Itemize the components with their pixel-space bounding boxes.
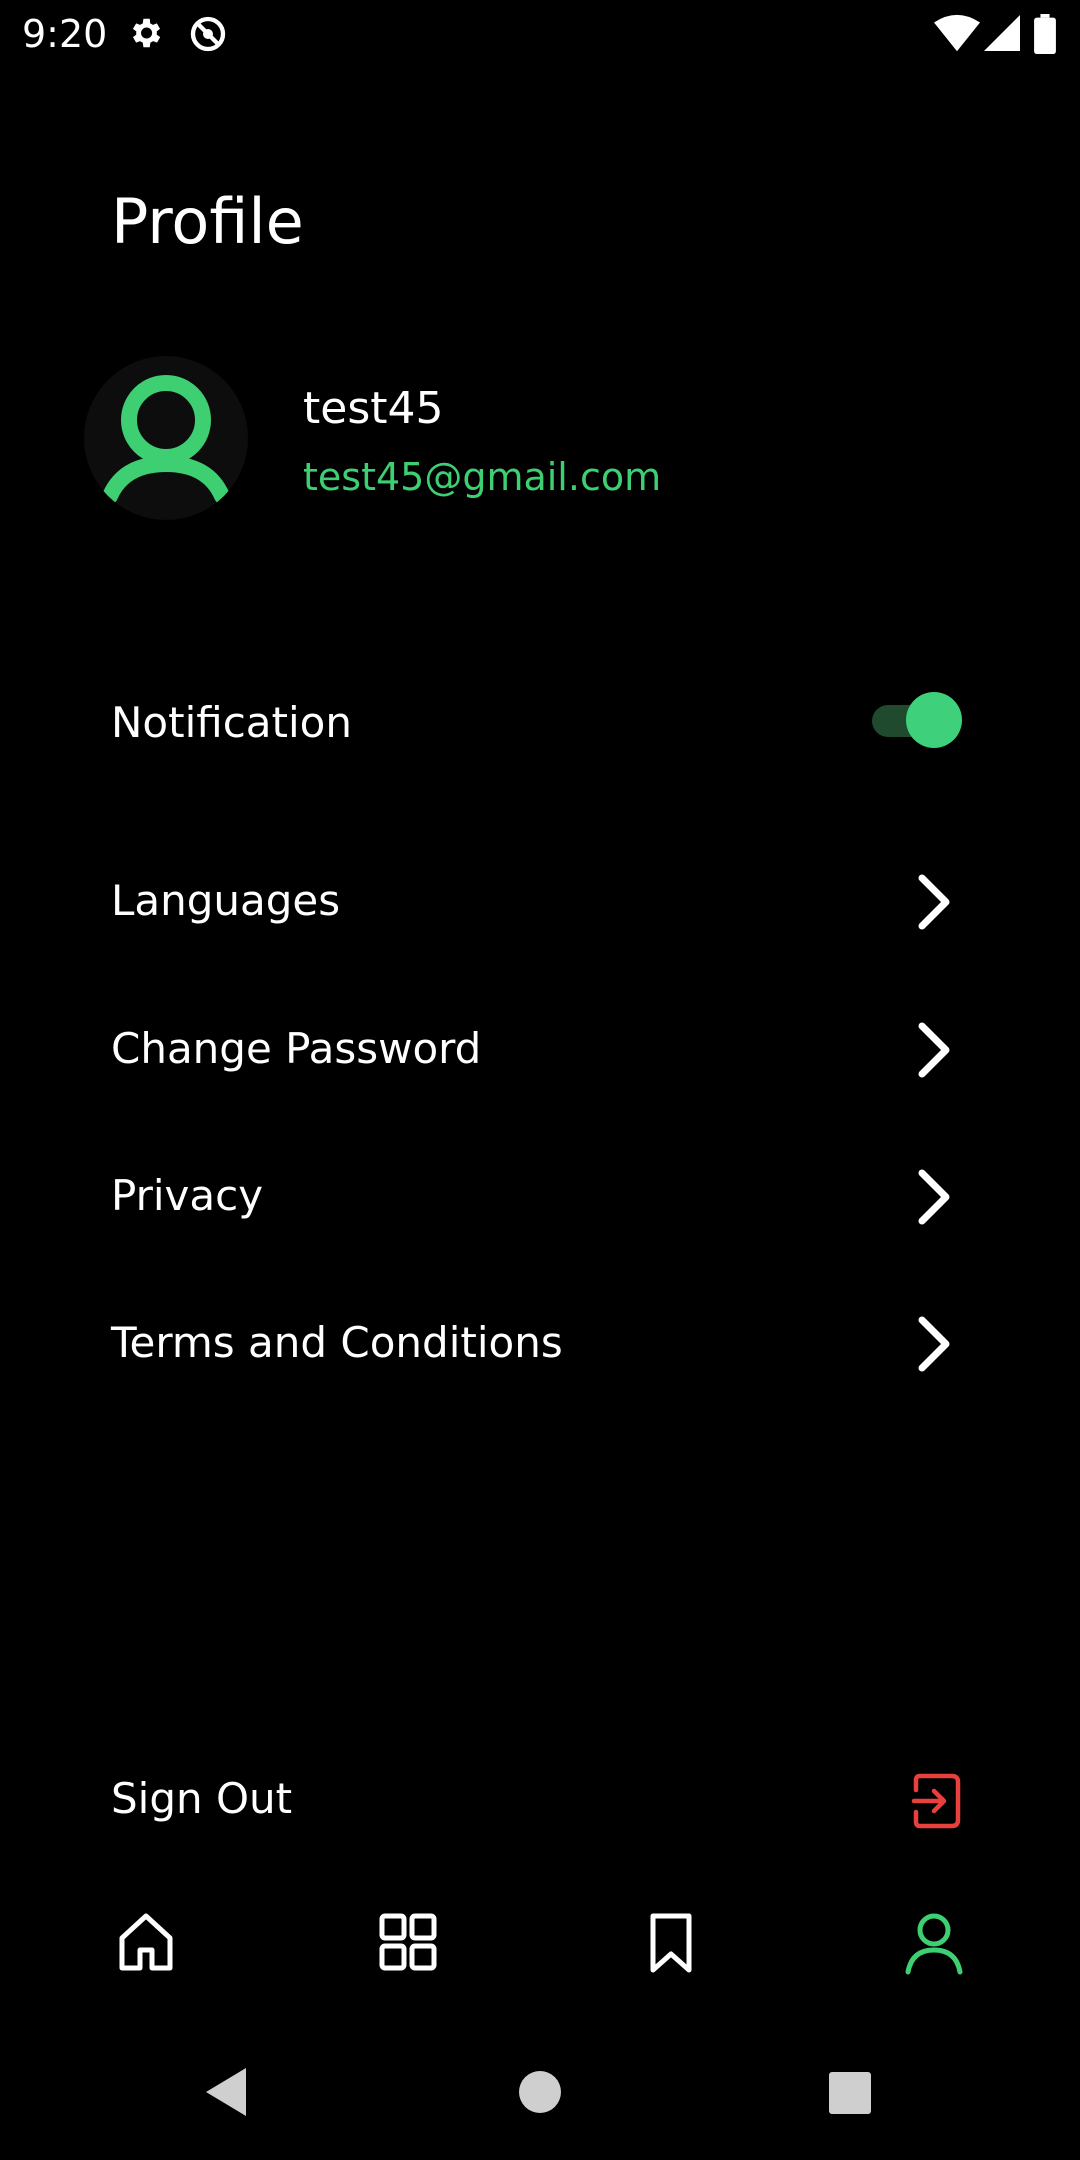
back-icon[interactable] <box>196 2060 252 2124</box>
settings-item-terms[interactable]: Terms and Conditions <box>111 1313 563 1373</box>
battery-icon <box>1034 14 1056 54</box>
sign-out-label[interactable]: Sign Out <box>111 1769 292 1829</box>
notification-label: Notification <box>111 698 352 747</box>
user-icon <box>102 375 230 504</box>
chevron-right-icon[interactable] <box>912 1018 960 1082</box>
chevron-right-icon[interactable] <box>912 870 960 934</box>
settings-icon <box>132 18 161 48</box>
settings-item-languages[interactable]: Languages <box>111 871 340 931</box>
wifi-icon <box>934 14 980 52</box>
avatar[interactable] <box>84 356 248 520</box>
username: test45 <box>303 383 444 434</box>
grid-icon[interactable] <box>374 1908 442 1976</box>
page-title: Profile <box>111 185 304 258</box>
profile-icon[interactable] <box>900 1908 968 1976</box>
home-system-icon[interactable] <box>512 2060 568 2124</box>
do-not-disturb-icon <box>190 16 226 52</box>
settings-item-privacy[interactable]: Privacy <box>111 1166 263 1226</box>
chevron-right-icon[interactable] <box>912 1312 960 1376</box>
toggle-thumb <box>906 692 962 748</box>
bookmark-icon[interactable] <box>637 1908 705 1976</box>
user-email: test45@gmail.com <box>303 455 662 499</box>
cell-signal-icon <box>984 15 1020 51</box>
notification-toggle[interactable] <box>870 692 962 748</box>
chevron-right-icon[interactable] <box>912 1165 960 1229</box>
home-icon[interactable] <box>112 1908 180 1976</box>
recents-icon[interactable] <box>822 2060 878 2124</box>
logout-icon[interactable] <box>910 1772 962 1830</box>
status-time: 9:20 <box>22 12 108 56</box>
settings-item-change-password[interactable]: Change Password <box>111 1019 481 1079</box>
